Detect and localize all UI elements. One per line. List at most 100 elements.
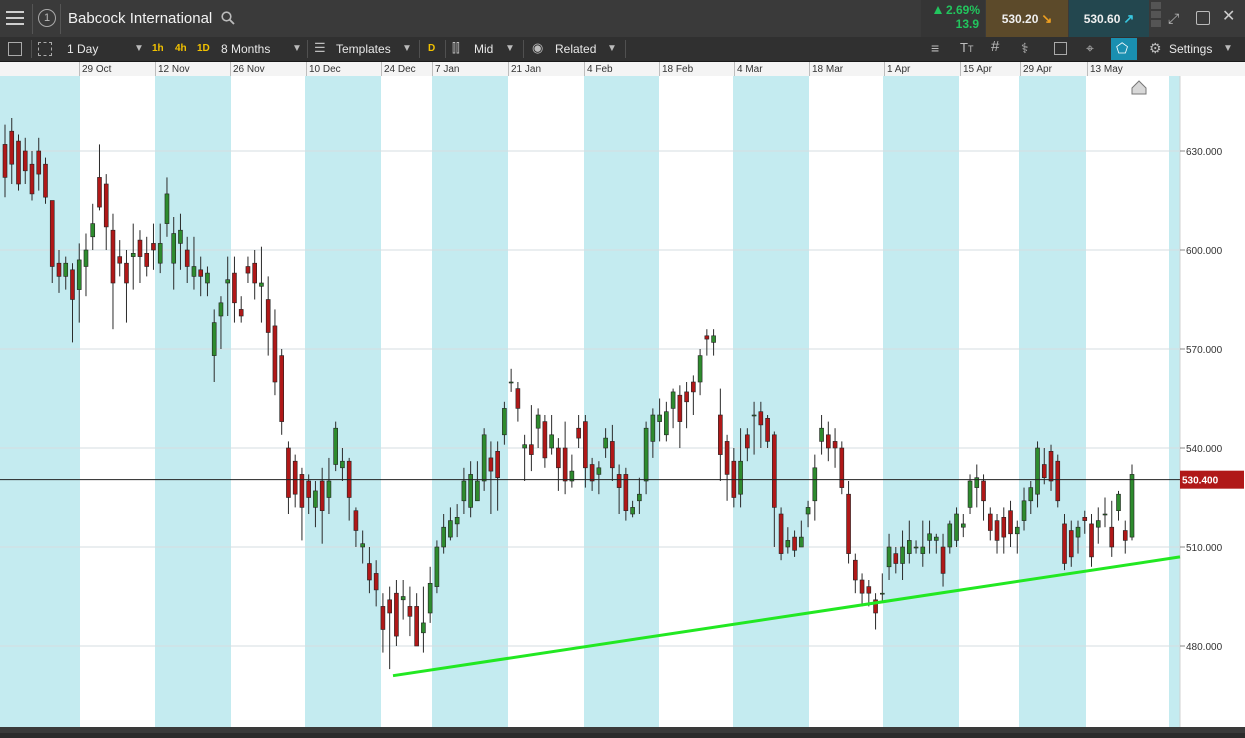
x-tick-label: 29 Oct: [82, 64, 112, 75]
crosshair-icon[interactable]: ⌖: [1086, 41, 1094, 55]
chevron-down-icon[interactable]: ▼: [292, 43, 302, 55]
buy-button[interactable]: 530.60 ↗: [1069, 0, 1149, 37]
x-tick-label: 13 May: [1090, 64, 1123, 75]
x-tick: [230, 62, 231, 76]
instrument-name[interactable]: Babcock International: [68, 10, 212, 27]
expand-icon[interactable]: ⤢: [1168, 10, 1179, 26]
x-tick-label: 18 Feb: [662, 64, 694, 75]
chevron-down-icon[interactable]: ▼: [1223, 43, 1233, 55]
candle-body: [1109, 526, 1115, 548]
d-badge[interactable]: D: [428, 43, 435, 55]
candle-body: [110, 229, 116, 284]
candle-body: [76, 259, 82, 290]
price-type-select[interactable]: Mid: [474, 42, 493, 56]
chevron-down-icon[interactable]: ▼: [402, 43, 412, 55]
candle-body: [333, 427, 338, 465]
period-select[interactable]: 8 Months: [221, 42, 270, 56]
templates-icon[interactable]: ☰: [314, 41, 326, 55]
layout-icon[interactable]: ≡: [931, 41, 939, 55]
candle-body: [616, 474, 622, 488]
candle-body: [326, 480, 332, 498]
candle-body: [232, 272, 237, 304]
candle-body: [272, 325, 278, 383]
menu-icon[interactable]: [6, 11, 24, 25]
divider: [60, 4, 61, 34]
grid-icon[interactable]: #: [991, 39, 999, 54]
x-tick-label: 4 Mar: [737, 64, 763, 75]
layout-list-icon[interactable]: [8, 42, 22, 56]
candle-body: [43, 163, 48, 198]
current-price-label: 530.400: [1182, 476, 1219, 487]
candle-body: [886, 546, 892, 568]
eye-icon[interactable]: ◉: [532, 41, 543, 55]
divider: [32, 4, 33, 34]
quick-interval-1h[interactable]: 1h: [152, 43, 164, 55]
x-tick-label: 4 Feb: [587, 64, 613, 75]
candle-body: [1001, 516, 1007, 538]
related-button[interactable]: Related: [555, 42, 596, 56]
candle-body: [711, 335, 716, 343]
compare-icon[interactable]: [1054, 42, 1067, 55]
gear-icon[interactable]: ⚙: [1149, 41, 1162, 55]
candle-body: [805, 507, 811, 515]
candles-icon[interactable]: ⫿⫿: [452, 41, 460, 55]
popout-icon[interactable]: [1196, 11, 1210, 25]
candle-body: [124, 262, 129, 284]
chevron-down-icon[interactable]: ▼: [134, 43, 144, 55]
candle-body: [643, 427, 649, 482]
candle-body: [576, 427, 581, 439]
candle-body: [387, 599, 392, 614]
candle-body: [758, 411, 764, 426]
candle-body: [529, 444, 534, 455]
candle-body: [353, 510, 359, 531]
up-trend-arrow-icon: ↗: [1123, 10, 1135, 26]
close-icon[interactable]: ✕: [1222, 8, 1235, 26]
candle-body: [933, 536, 939, 541]
candle-body: [1075, 526, 1081, 538]
bottom-edge: [0, 727, 1245, 733]
candle-body: [920, 546, 926, 554]
candle-body: [691, 381, 696, 393]
candle-body: [83, 249, 89, 267]
candle-body: [981, 480, 986, 502]
info-circle-icon[interactable]: 1: [38, 9, 56, 27]
x-tick-label: 12 Nov: [158, 64, 190, 75]
chevron-down-icon[interactable]: ▼: [505, 43, 515, 55]
candle-body: [238, 309, 244, 317]
candle-body: [542, 421, 548, 459]
indicator-icon[interactable]: ⚕: [1021, 41, 1029, 55]
candle-body: [502, 408, 507, 436]
candle-body: [913, 546, 919, 549]
candle-body: [164, 193, 170, 224]
chart-type-icon[interactable]: [38, 42, 52, 56]
candle-body: [441, 526, 446, 548]
quantity-stepper[interactable]: [1151, 2, 1161, 35]
candle-body: [751, 414, 757, 417]
x-tick: [734, 62, 735, 76]
candle-body: [279, 355, 284, 422]
x-tick: [809, 62, 810, 76]
sell-button[interactable]: 530.20 ↘: [986, 0, 1068, 37]
divider: [445, 40, 446, 58]
candle-body: [1062, 523, 1067, 564]
candle-body: [184, 249, 190, 267]
top-bar: 1 Babcock International 2.69% 13.9 530.2…: [0, 0, 1245, 38]
interval-select[interactable]: 1 Day: [67, 42, 98, 56]
candle-body: [1089, 523, 1094, 558]
candle-body: [637, 493, 642, 502]
candlestick-chart[interactable]: 480.000 510.000 540.000 570.000 600.000 630.0…: [0, 76, 1245, 733]
chevron-down-icon[interactable]: ▼: [607, 43, 617, 55]
chart-area[interactable]: 480.000 510.000 540.000 570.000 600.000 630.0…: [0, 76, 1245, 733]
templates-button[interactable]: Templates: [336, 42, 391, 56]
quick-interval-4h[interactable]: 4h: [175, 43, 187, 55]
candle-body: [434, 546, 440, 587]
text-size-icon[interactable]: TT: [960, 41, 973, 56]
quick-interval-1d[interactable]: 1D: [197, 43, 210, 55]
candle-body: [704, 335, 710, 340]
search-icon[interactable]: [221, 11, 235, 25]
x-tick: [432, 62, 433, 76]
candle-body: [515, 388, 521, 409]
candle-body: [772, 434, 777, 508]
settings-button[interactable]: Settings: [1169, 42, 1212, 56]
home-icon[interactable]: [1131, 80, 1147, 95]
